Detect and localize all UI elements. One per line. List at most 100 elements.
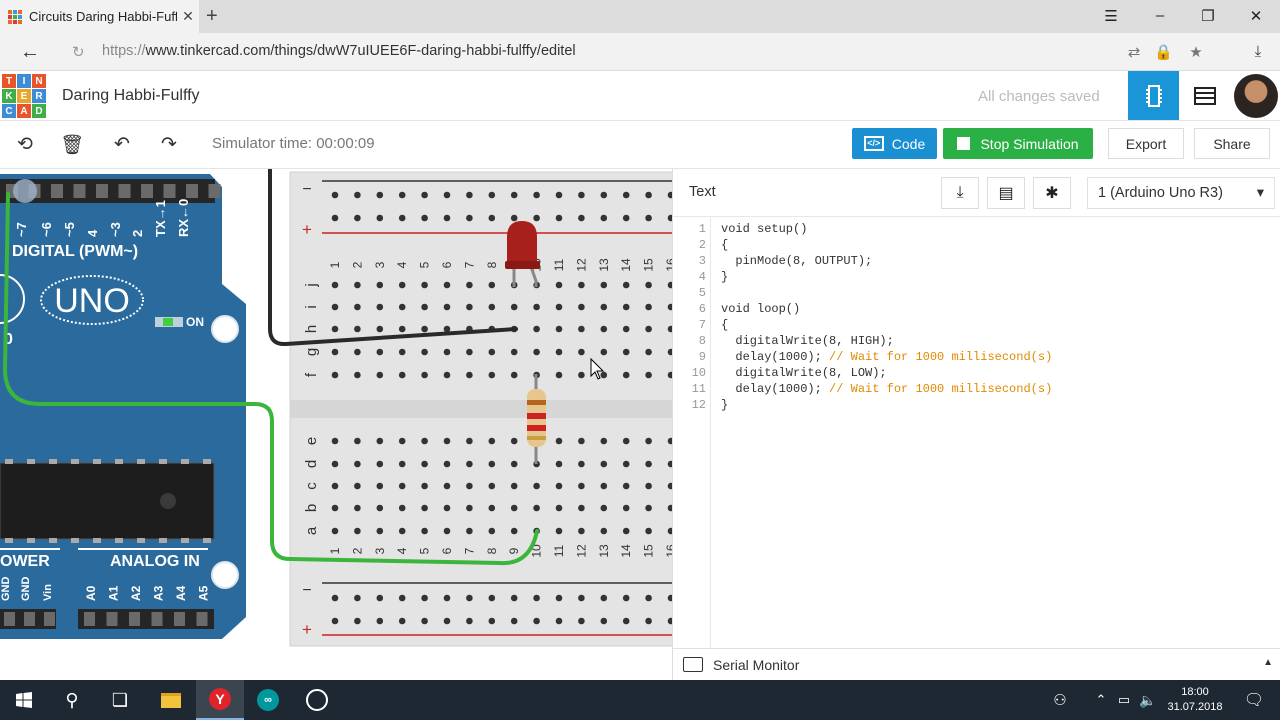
rail-hole[interactable] bbox=[376, 617, 384, 625]
code-line[interactable]: 10 digitalWrite(8, LOW); bbox=[673, 365, 1280, 381]
breadboard-hole[interactable] bbox=[555, 371, 563, 379]
lock-icon[interactable]: 🔒 bbox=[1154, 43, 1173, 61]
obs-icon[interactable] bbox=[293, 680, 341, 720]
breadboard-hole[interactable] bbox=[443, 527, 451, 535]
breadboard-hole[interactable] bbox=[466, 348, 473, 356]
rail-hole[interactable] bbox=[578, 214, 585, 222]
breadboard-hole[interactable] bbox=[645, 482, 652, 490]
yandex-browser-icon[interactable]: Y bbox=[196, 680, 244, 720]
breadboard-hole[interactable] bbox=[421, 325, 428, 333]
rail-hole[interactable] bbox=[443, 594, 451, 602]
rail-hole[interactable] bbox=[578, 617, 585, 625]
breadboard-hole[interactable] bbox=[376, 482, 384, 490]
breadboard-hole[interactable] bbox=[443, 303, 451, 311]
rail-hole[interactable] bbox=[555, 617, 563, 625]
breadboard-hole[interactable] bbox=[622, 325, 630, 333]
breadboard-hole[interactable] bbox=[466, 303, 473, 311]
header-pin[interactable] bbox=[73, 184, 86, 198]
breadboard-hole[interactable] bbox=[488, 348, 496, 356]
breadboard-hole[interactable] bbox=[376, 437, 384, 445]
breadboard-hole[interactable] bbox=[443, 460, 451, 468]
breadboard-hole[interactable] bbox=[398, 281, 406, 289]
code-line[interactable]: 1 void setup() bbox=[673, 221, 1280, 237]
user-avatar[interactable] bbox=[1234, 74, 1278, 118]
breadboard-hole[interactable] bbox=[354, 504, 361, 512]
red-led[interactable] bbox=[507, 221, 537, 267]
breadboard-hole[interactable] bbox=[600, 482, 608, 490]
header-pin[interactable] bbox=[4, 612, 15, 626]
header-pin[interactable] bbox=[186, 184, 198, 198]
breadboard-hole[interactable] bbox=[600, 437, 608, 445]
header-pin[interactable] bbox=[44, 612, 55, 626]
header-pin[interactable] bbox=[51, 184, 63, 198]
breadboard-hole[interactable] bbox=[331, 437, 339, 445]
reload-icon[interactable]: ↻ bbox=[72, 43, 85, 61]
breadboard-hole[interactable] bbox=[376, 371, 384, 379]
download-icon[interactable]: ⤓ bbox=[1249, 43, 1267, 60]
delete-icon[interactable]: 🗑 bbox=[59, 133, 85, 157]
breadboard-hole[interactable] bbox=[533, 348, 540, 356]
breadboard-hole[interactable] bbox=[398, 482, 406, 490]
rail-hole[interactable] bbox=[443, 191, 451, 199]
rail-hole[interactable] bbox=[398, 594, 406, 602]
breadboard-hole[interactable] bbox=[354, 460, 361, 468]
breadboard-hole[interactable] bbox=[533, 482, 540, 490]
breadboard-hole[interactable] bbox=[622, 504, 630, 512]
rail-hole[interactable] bbox=[555, 214, 563, 222]
breadboard-hole[interactable] bbox=[622, 437, 630, 445]
header-pin[interactable] bbox=[141, 184, 153, 198]
download-code-button[interactable]: ⤓ bbox=[941, 177, 979, 209]
breadboard-hole[interactable] bbox=[398, 303, 406, 311]
breadboard-hole[interactable] bbox=[488, 460, 496, 468]
rail-hole[interactable] bbox=[466, 191, 473, 199]
rail-hole[interactable] bbox=[488, 191, 496, 199]
breadboard-hole[interactable] bbox=[600, 303, 608, 311]
breadboard-hole[interactable] bbox=[578, 527, 585, 535]
tray-chevron-icon[interactable]: ⌃ bbox=[1090, 680, 1112, 720]
breadboard-hole[interactable] bbox=[443, 437, 451, 445]
code-line[interactable]: 12} bbox=[673, 397, 1280, 413]
breadboard-hole[interactable] bbox=[622, 303, 630, 311]
volume-icon[interactable]: 🔈 bbox=[1136, 680, 1160, 720]
header-pin[interactable] bbox=[174, 612, 185, 626]
breadboard-hole[interactable] bbox=[421, 371, 428, 379]
rail-hole[interactable] bbox=[533, 191, 540, 199]
breadboard-hole[interactable] bbox=[466, 482, 473, 490]
rail-hole[interactable] bbox=[600, 594, 608, 602]
code-line[interactable]: 6 void loop() bbox=[673, 301, 1280, 317]
rail-hole[interactable] bbox=[354, 617, 361, 625]
breadboard-hole[interactable] bbox=[510, 460, 518, 468]
header-pin[interactable] bbox=[84, 612, 95, 626]
search-icon[interactable]: ⚲ bbox=[48, 680, 96, 720]
rail-hole[interactable] bbox=[488, 214, 496, 222]
minimize-icon[interactable]: – bbox=[1150, 7, 1170, 24]
breadboard-hole[interactable] bbox=[421, 460, 428, 468]
header-pin[interactable] bbox=[163, 184, 176, 198]
breadboard-hole[interactable] bbox=[510, 437, 518, 445]
breadboard-hole[interactable] bbox=[354, 303, 361, 311]
rail-hole[interactable] bbox=[466, 594, 473, 602]
export-button[interactable]: Export bbox=[1108, 128, 1184, 159]
breadboard-hole[interactable] bbox=[443, 371, 451, 379]
breadboard-hole[interactable] bbox=[645, 303, 652, 311]
breadboard-hole[interactable] bbox=[421, 482, 428, 490]
chevron-up-icon[interactable]: ▲ bbox=[1263, 657, 1273, 668]
breadboard-hole[interactable] bbox=[645, 348, 652, 356]
breadboard-hole[interactable] bbox=[376, 303, 384, 311]
code-line[interactable]: 3 pinMode(8, OUTPUT); bbox=[673, 253, 1280, 269]
breadboard-hole[interactable] bbox=[578, 325, 585, 333]
breadboard-hole[interactable] bbox=[510, 371, 518, 379]
rail-hole[interactable] bbox=[622, 191, 630, 199]
breadboard-hole[interactable] bbox=[466, 504, 473, 512]
rail-hole[interactable] bbox=[555, 191, 563, 199]
rail-hole[interactable] bbox=[443, 214, 451, 222]
breadboard-hole[interactable] bbox=[331, 482, 339, 490]
rotate-icon[interactable]: ⟲ bbox=[12, 133, 38, 156]
header-pin[interactable] bbox=[129, 612, 140, 626]
breadboard-hole[interactable] bbox=[555, 281, 563, 289]
restore-icon[interactable]: ❐ bbox=[1198, 7, 1218, 25]
breadboard-hole[interactable] bbox=[376, 281, 384, 289]
breadboard-hole[interactable] bbox=[398, 460, 406, 468]
breadboard-hole[interactable] bbox=[331, 281, 339, 289]
code-line[interactable]: 7{ bbox=[673, 317, 1280, 333]
